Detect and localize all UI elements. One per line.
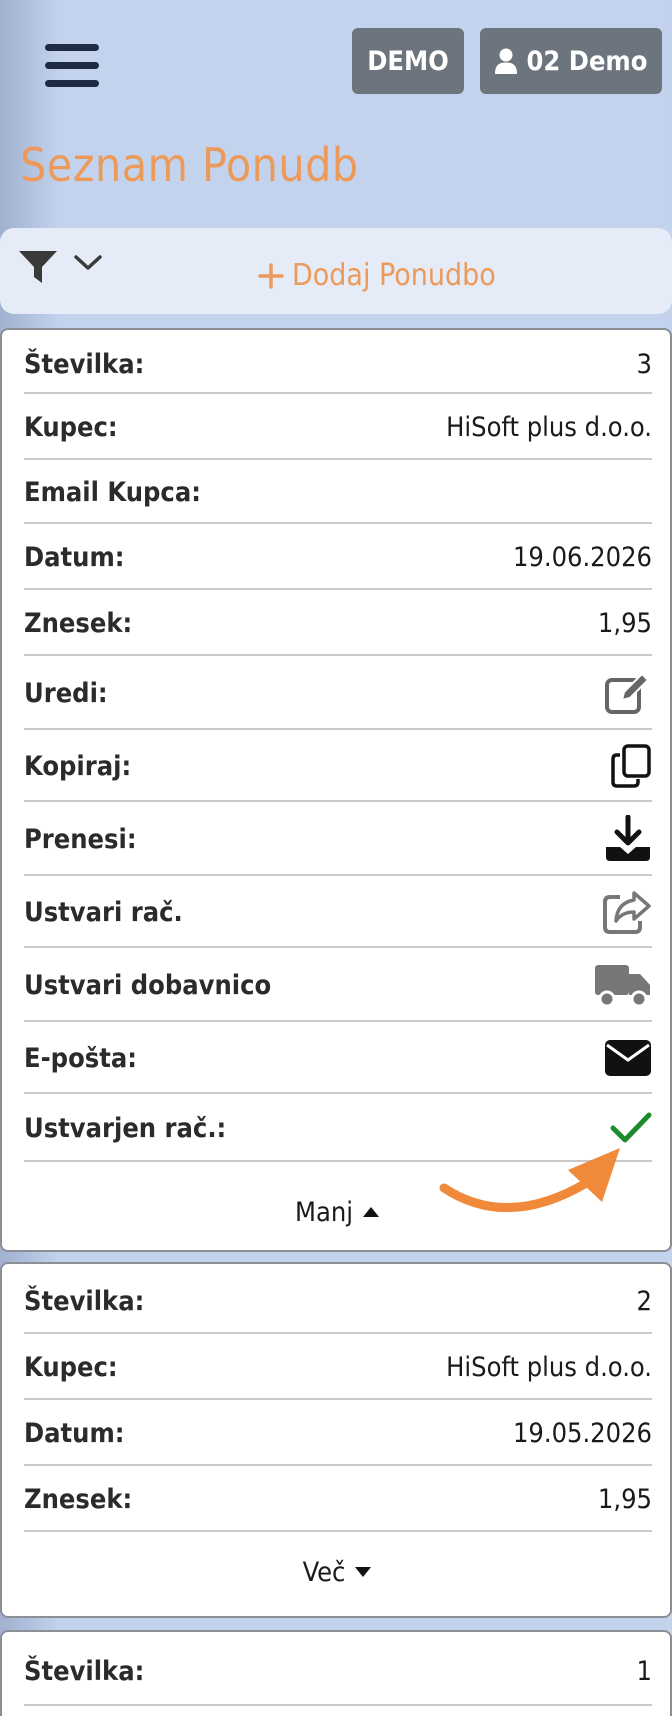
label-ustvari-rac: Ustvari rač. <box>24 896 183 928</box>
row-datum: Datum: 19.06.2026 <box>24 526 652 590</box>
user-name: 02 Demo <box>526 45 648 77</box>
label-eposta: E-pošta: <box>24 1042 137 1074</box>
row-uredi: Uredi: <box>24 658 652 730</box>
row-kupec: Kupec: HiSoft plus d.o.o. <box>24 1336 652 1400</box>
label-ustvari-dobavnico: Ustvari dobavnico <box>24 969 272 1001</box>
value-kupec: HiSoft plus d.o.o. <box>446 1351 652 1383</box>
label-datum: Datum: <box>24 541 125 573</box>
caret-down-icon <box>355 1567 372 1577</box>
value-stevilka: 2 <box>636 1285 652 1317</box>
value-datum: 19.06.2026 <box>512 541 652 573</box>
value-kupec: HiSoft plus d.o.o. <box>446 411 652 443</box>
add-offer-button[interactable]: Dodaj Ponudbo <box>258 258 496 293</box>
label-datum: Datum: <box>24 1417 125 1449</box>
download-icon[interactable] <box>604 815 652 863</box>
demo-button[interactable]: DEMO <box>352 28 464 94</box>
edit-icon[interactable] <box>604 670 652 716</box>
offer-card: Številka: 1 <box>0 1630 672 1716</box>
envelope-icon[interactable] <box>604 1039 652 1077</box>
label-kopiraj: Kopiraj: <box>24 750 132 782</box>
label-uredi: Uredi: <box>24 677 108 709</box>
hamburger-icon[interactable] <box>45 44 99 92</box>
copy-icon[interactable] <box>610 743 652 789</box>
label-kupec: Kupec: <box>24 1351 118 1383</box>
toggle-label: Manj <box>295 1196 353 1228</box>
top-bar: DEMO 02 Demo <box>0 0 672 130</box>
label-stevilka: Številka: <box>24 1655 145 1687</box>
offer-card: Številka: 3 Kupec: HiSoft plus d.o.o. Em… <box>0 328 672 1252</box>
row-znesek: Znesek: 1,95 <box>24 592 652 656</box>
row-ustvari-rac: Ustvari rač. <box>24 878 652 948</box>
label-kupec: Kupec: <box>24 411 118 443</box>
label-znesek: Znesek: <box>24 607 133 639</box>
user-menu-button[interactable]: 02 Demo <box>480 28 662 94</box>
label-email: Email Kupca: <box>24 476 201 508</box>
value-stevilka: 1 <box>636 1655 652 1687</box>
row-znesek: Znesek: 1,95 <box>24 1468 652 1532</box>
toolbar: Dodaj Ponudbo <box>0 228 672 314</box>
toggle-label: Več <box>302 1556 346 1588</box>
filter-icon[interactable] <box>18 250 58 288</box>
user-icon <box>494 48 517 74</box>
value-znesek: 1,95 <box>597 1483 652 1515</box>
value-znesek: 1,95 <box>597 607 652 639</box>
row-email: Email Kupca: <box>24 462 652 524</box>
chevron-down-icon[interactable] <box>74 254 102 276</box>
caret-up-icon <box>363 1207 379 1217</box>
label-stevilka: Številka: <box>24 348 145 380</box>
row-datum: Datum: 19.05.2026 <box>24 1402 652 1466</box>
label-ustvarjen-rac: Ustvarjen rač.: <box>24 1112 227 1144</box>
row-ustvari-dobavnico: Ustvari dobavnico <box>24 950 652 1022</box>
label-prenesi: Prenesi: <box>24 823 137 855</box>
plus-icon <box>258 262 284 289</box>
page-title: Seznam Ponudb <box>20 138 359 192</box>
offer-card: Številka: 2 Kupec: HiSoft plus d.o.o. Da… <box>0 1262 672 1618</box>
row-stevilka: Številka: 1 <box>24 1638 652 1706</box>
row-eposta: E-pošta: <box>24 1024 652 1094</box>
toggle-more-button[interactable]: Več <box>2 1550 672 1594</box>
row-kupec: Kupec: HiSoft plus d.o.o. <box>24 396 652 460</box>
value-stevilka: 3 <box>636 348 652 380</box>
label-stevilka: Številka: <box>24 1285 145 1317</box>
row-stevilka: Številka: 2 <box>24 1270 652 1334</box>
row-prenesi: Prenesi: <box>24 804 652 876</box>
label-znesek: Znesek: <box>24 1483 133 1515</box>
share-icon[interactable] <box>602 889 652 935</box>
toggle-less-button[interactable]: Manj <box>2 1190 672 1234</box>
truck-icon[interactable] <box>594 962 652 1008</box>
value-datum: 19.05.2026 <box>512 1417 652 1449</box>
row-kopiraj: Kopiraj: <box>24 732 652 802</box>
row-stevilka: Številka: 3 <box>24 336 652 394</box>
add-offer-label: Dodaj Ponudbo <box>292 258 496 293</box>
